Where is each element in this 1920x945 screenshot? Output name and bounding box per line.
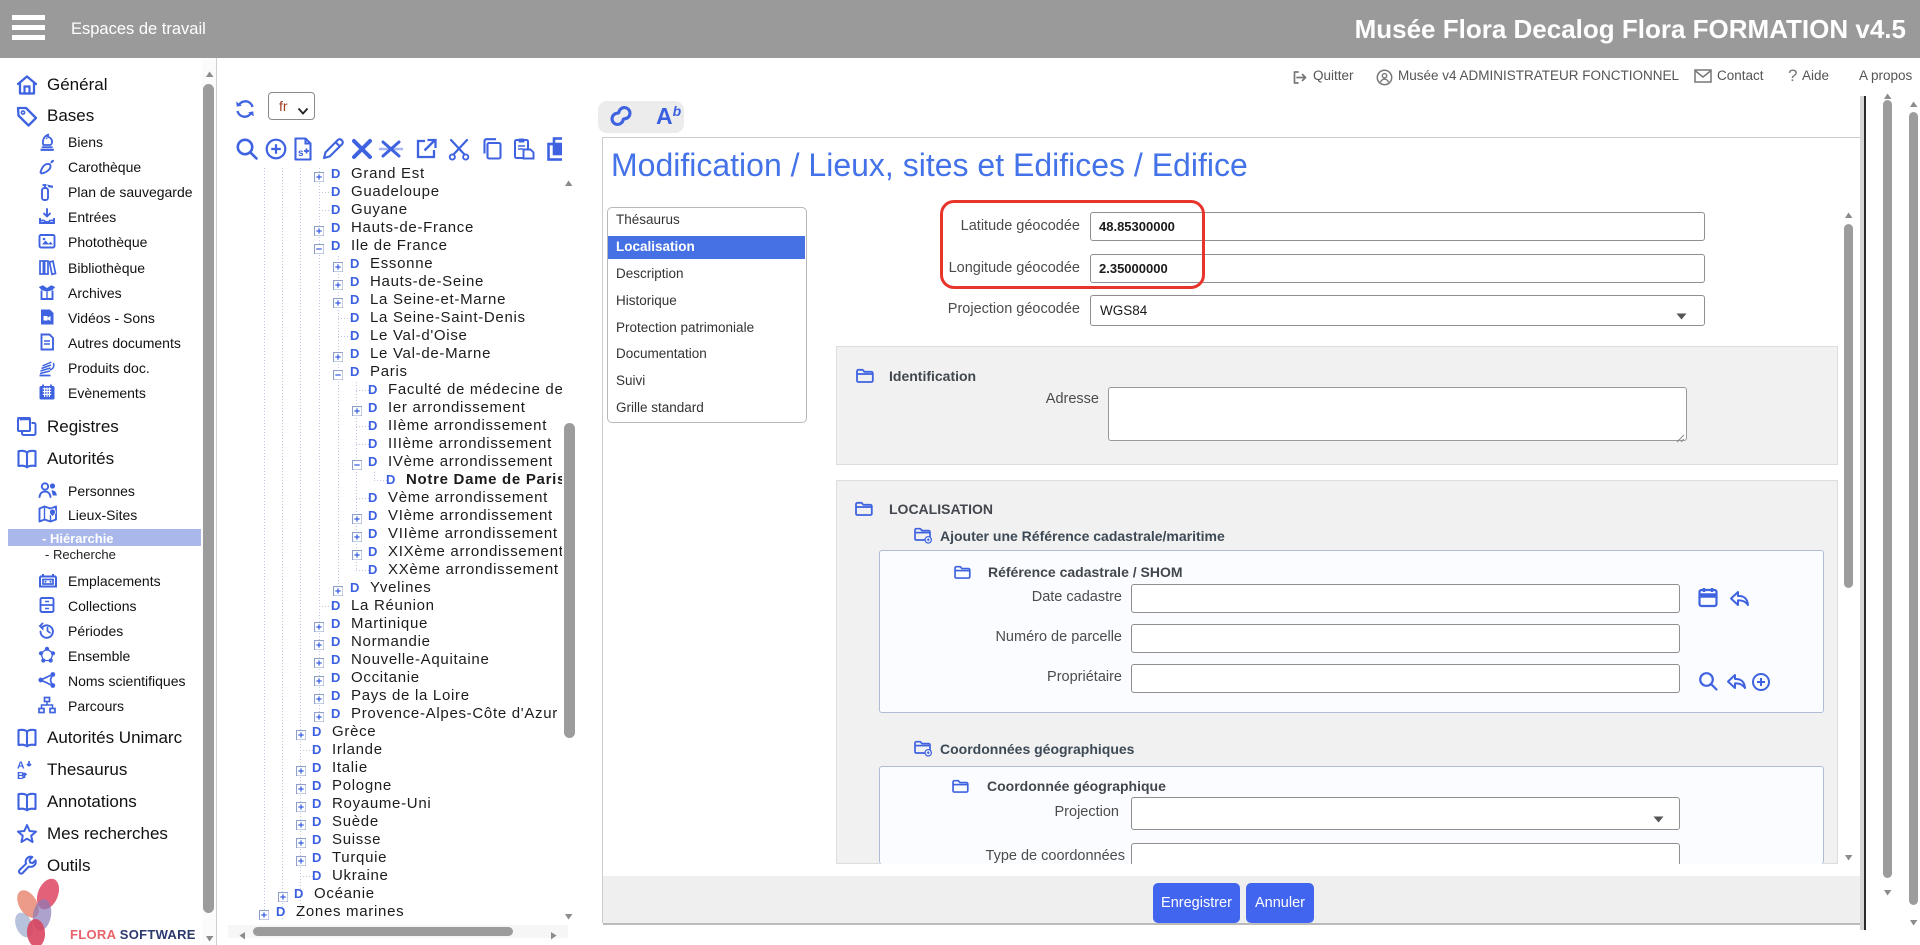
svg-text:s: s — [298, 148, 304, 159]
